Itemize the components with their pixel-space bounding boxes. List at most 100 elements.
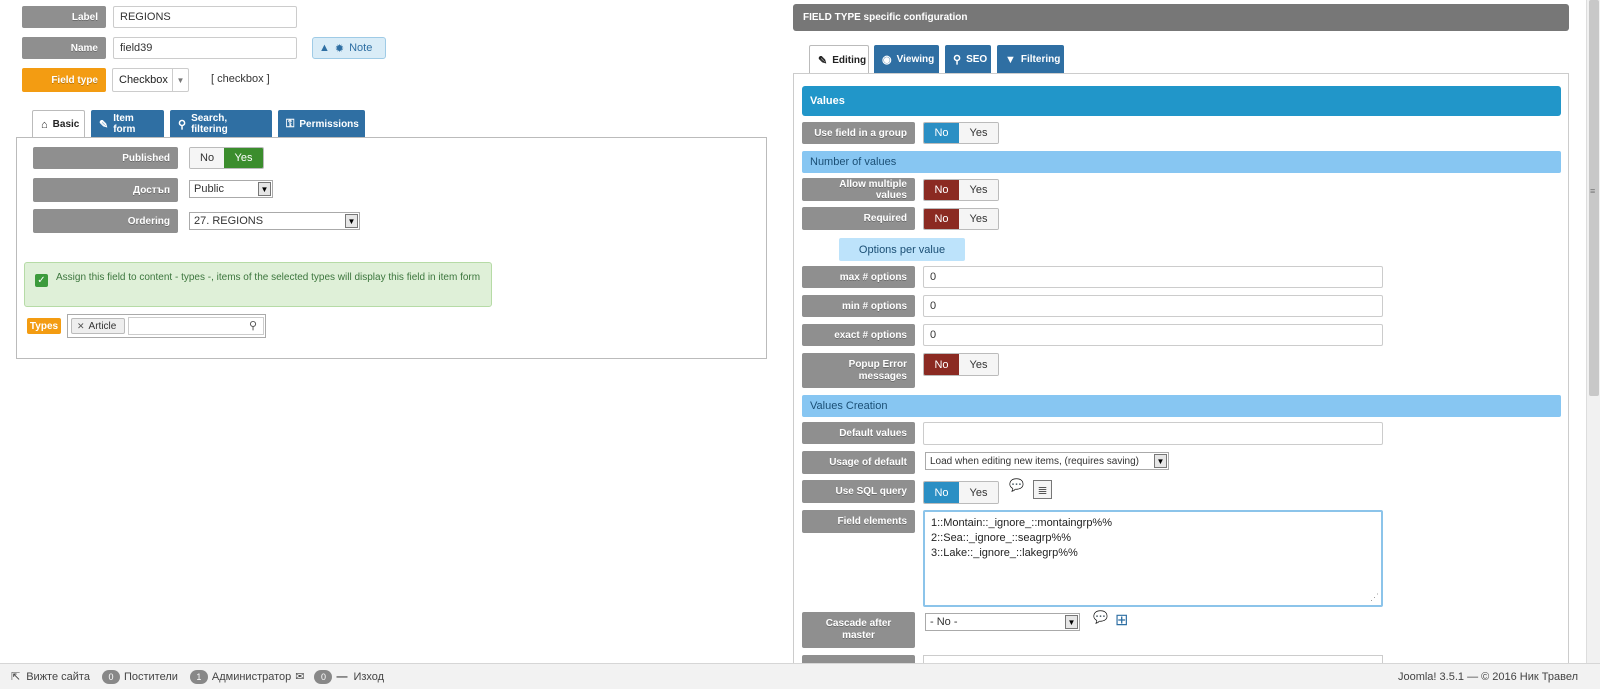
popup-error-yes[interactable]: Yes	[959, 354, 998, 375]
next-row-input[interactable]	[923, 655, 1383, 663]
use-sql-yes[interactable]: Yes	[959, 482, 998, 503]
check-icon[interactable]: ✓	[35, 274, 48, 287]
resize-handle-icon[interactable]: ⋰	[1370, 590, 1379, 605]
tab-permissions-label: Permissions	[299, 118, 359, 130]
required-toggle[interactable]: No Yes	[923, 208, 999, 230]
edit-icon: ✎	[818, 54, 828, 67]
external-link-icon[interactable]: ⇱	[11, 670, 20, 683]
published-toggle[interactable]: No Yes	[189, 147, 264, 169]
access-value: Public	[194, 183, 224, 195]
next-row-label	[802, 655, 915, 663]
tab-item-form[interactable]: ✎ Item form	[91, 110, 164, 138]
required-no[interactable]: No	[924, 209, 960, 229]
visitors-link[interactable]: Постители	[124, 671, 178, 683]
assign-notice: ✓ Assign this field to content - types -…	[24, 262, 492, 307]
envelope-icon[interactable]: ✉	[295, 670, 304, 683]
comment-icon[interactable]: 💬	[1009, 478, 1024, 492]
chevron-down-icon: ▼	[1065, 615, 1078, 629]
types-search-field[interactable]: ⚲	[128, 317, 264, 335]
min-options-label: min # options	[802, 295, 915, 317]
tab-viewing[interactable]: ◉ Viewing	[874, 45, 939, 74]
note-button[interactable]: ▲ ✹ Note	[312, 37, 386, 59]
use-in-group-toggle[interactable]: No Yes	[923, 122, 999, 144]
usage-of-default-select[interactable]: Load when editing new items, (requires s…	[925, 452, 1169, 470]
usage-of-default-label: Usage of default	[802, 451, 915, 474]
default-values-input[interactable]	[923, 422, 1383, 445]
label-input[interactable]: REGIONS	[113, 6, 297, 28]
field-type-label: Field type	[22, 68, 106, 92]
use-in-group-no[interactable]: No	[924, 123, 960, 143]
home-icon: ⌂	[41, 118, 48, 131]
gear-icon: ✹	[334, 42, 345, 55]
grip-icon: ≡	[1590, 186, 1596, 196]
cascade-label-line2: master	[842, 630, 875, 641]
comment-icon[interactable]: 💬	[1093, 610, 1108, 624]
tab-permissions[interactable]: ⚿ Permissions	[278, 110, 365, 138]
popup-error-label: Popup Error messages	[802, 353, 915, 388]
types-label: Types	[27, 318, 61, 334]
tab-basic[interactable]: ⌂ Basic	[32, 110, 85, 138]
ordering-label: Ordering	[33, 209, 178, 233]
cascade-select[interactable]: - No - ▼	[925, 613, 1080, 631]
search-icon: ⚲	[953, 54, 962, 66]
ordering-select[interactable]: 27. REGIONS ▼	[189, 212, 360, 230]
use-sql-no[interactable]: No	[924, 482, 960, 503]
tab-editing[interactable]: ✎ Editing	[809, 45, 869, 74]
required-yes[interactable]: Yes	[959, 209, 998, 229]
tab-search-filtering[interactable]: ⚲ Search, filtering	[170, 110, 272, 138]
close-icon[interactable]: ✕	[77, 321, 85, 332]
allow-multiple-no[interactable]: No	[924, 180, 960, 200]
tab-seo[interactable]: ⚲ SEO	[945, 45, 991, 74]
search-icon: ⚲	[248, 320, 257, 332]
chevron-down-icon: ▼	[258, 182, 271, 196]
exact-options-label: exact # options	[802, 324, 915, 346]
cascade-label-line1: Cascade after	[825, 618, 892, 629]
page-scrollbar[interactable]: ≡	[1586, 0, 1600, 663]
search-icon: ⚲	[178, 118, 187, 131]
cascade-label: Cascade after master	[802, 612, 915, 648]
allow-multiple-yes[interactable]: Yes	[959, 180, 998, 200]
use-sql-toggle[interactable]: No Yes	[923, 481, 999, 504]
view-site-link[interactable]: Вижте сайта	[26, 671, 90, 683]
warning-icon: ▲	[319, 42, 330, 54]
messages-badge: 0	[314, 669, 333, 684]
required-label: Required	[802, 207, 915, 230]
use-in-group-label: Use field in a group	[802, 122, 915, 144]
allow-multiple-toggle[interactable]: No Yes	[923, 179, 999, 201]
chevron-down-icon: ▼	[172, 69, 188, 91]
use-sql-label: Use SQL query	[802, 480, 915, 503]
types-chip[interactable]: ✕ Article	[71, 318, 125, 334]
field-type-code: [ checkbox ]	[211, 73, 270, 85]
published-yes[interactable]: Yes	[224, 148, 263, 168]
tab-filtering-label: Filtering	[1020, 54, 1061, 65]
name-field-label: Name	[22, 37, 106, 59]
exact-options-input[interactable]: 0	[923, 324, 1383, 346]
admins-link[interactable]: Администратор	[212, 671, 291, 683]
name-input[interactable]: field39	[113, 37, 297, 59]
use-in-group-yes[interactable]: Yes	[959, 123, 998, 143]
document-icon[interactable]: ≣	[1033, 480, 1052, 499]
field-type-select[interactable]: Checkbox ▼	[112, 68, 189, 92]
status-bar: ⇱ Вижте сайта 0 Постители 1 Администрато…	[0, 663, 1600, 689]
hierarchy-icon[interactable]: ⊞	[1115, 610, 1128, 630]
popup-error-no[interactable]: No	[924, 354, 960, 375]
label-field-label: Label	[22, 6, 106, 28]
ordering-value: 27. REGIONS	[194, 215, 264, 227]
key-icon: ⚿	[286, 117, 295, 130]
scrollbar-thumb[interactable]	[1589, 0, 1599, 396]
types-input[interactable]: ✕ Article ⚲	[67, 314, 266, 338]
types-chip-label: Article	[88, 320, 117, 332]
tab-filtering[interactable]: ▼ Filtering	[997, 45, 1064, 74]
field-elements-line: 1::Montain::_ignore_::montaingrp%%	[931, 517, 1112, 529]
field-elements-textarea[interactable]: 1::Montain::_ignore_::montaingrp%% 2::Se…	[923, 510, 1383, 607]
logout-link[interactable]: Изход	[353, 671, 384, 683]
popup-error-toggle[interactable]: No Yes	[923, 353, 999, 376]
admins-badge: 1	[189, 669, 208, 684]
min-options-input[interactable]: 0	[923, 295, 1383, 317]
access-select[interactable]: Public ▼	[189, 180, 273, 198]
max-options-input[interactable]: 0	[923, 266, 1383, 288]
edit-icon: ✎	[99, 118, 109, 131]
published-no[interactable]: No	[190, 148, 225, 168]
tab-viewing-label: Viewing	[896, 54, 935, 65]
values-header: Values	[802, 86, 1561, 116]
